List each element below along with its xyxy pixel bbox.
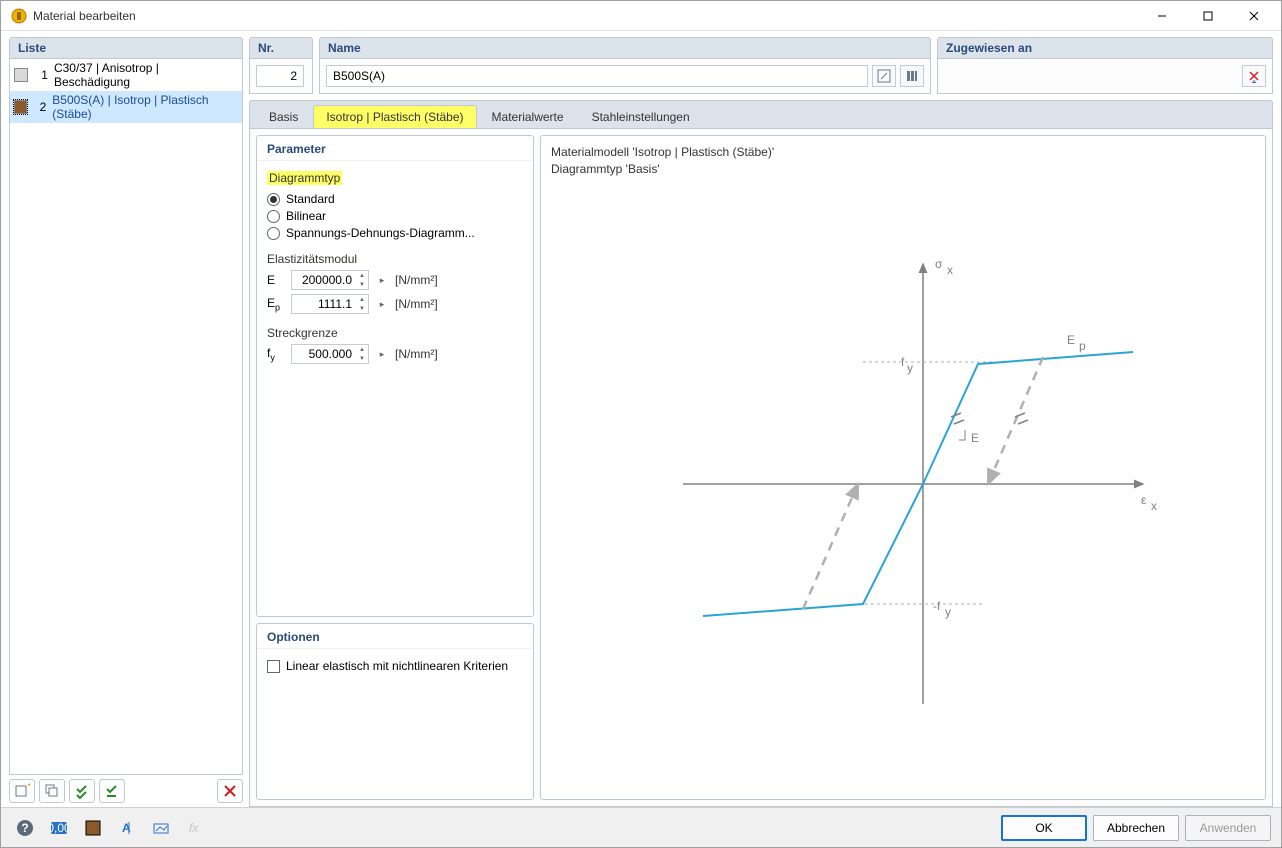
svg-text:x: x bbox=[1151, 499, 1157, 513]
emodul-section-label: Elastizitätsmodul bbox=[267, 252, 523, 266]
svg-text:y: y bbox=[907, 361, 913, 375]
window-title: Material bearbeiten bbox=[33, 9, 1139, 23]
unit-label: [N/mm²] bbox=[395, 297, 438, 311]
window-minimize-button[interactable] bbox=[1139, 1, 1185, 31]
list-item[interactable]: 1 C30/37 | Anisotrop | Beschädigung bbox=[10, 59, 242, 91]
diagram-line2: Diagrammtyp 'Basis' bbox=[551, 161, 1255, 178]
parameter-group-title: Parameter bbox=[257, 136, 533, 161]
svg-text:E: E bbox=[971, 431, 979, 445]
svg-text:E: E bbox=[1067, 333, 1075, 347]
svg-text:y: y bbox=[945, 605, 951, 619]
nr-field-label: Nr. bbox=[249, 37, 313, 59]
radio-dot-icon bbox=[267, 193, 280, 206]
dropdown-arrow-icon[interactable]: ▸ bbox=[375, 345, 389, 363]
radio-label: Bilinear bbox=[286, 209, 326, 223]
svg-text:A: A bbox=[122, 821, 131, 835]
apply-button: Anwenden bbox=[1185, 815, 1271, 841]
linear-elastic-checkbox[interactable]: Linear elastisch mit nichtlinearen Krite… bbox=[267, 659, 523, 673]
list-item-label: C30/37 | Anisotrop | Beschädigung bbox=[54, 61, 238, 89]
radio-dot-icon bbox=[267, 210, 280, 223]
tab-stahleinstellungen[interactable]: Stahleinstellungen bbox=[579, 105, 703, 128]
material-list[interactable]: 1 C30/37 | Anisotrop | Beschädigung 2 B5… bbox=[9, 59, 243, 775]
color-button[interactable] bbox=[79, 815, 107, 841]
tab-materialwerte[interactable]: Materialwerte bbox=[479, 105, 577, 128]
spinner-buttons[interactable]: ▲▼ bbox=[356, 271, 368, 289]
script-button: fx bbox=[181, 815, 209, 841]
name-input[interactable] bbox=[326, 65, 868, 87]
radio-label: Standard bbox=[286, 192, 335, 206]
svg-text:?: ? bbox=[21, 821, 28, 835]
svg-text:✦: ✦ bbox=[26, 783, 30, 792]
radio-standard[interactable]: Standard bbox=[267, 192, 523, 206]
list-panel-header: Liste bbox=[9, 37, 243, 59]
spinner-buttons[interactable]: ▲▼ bbox=[356, 345, 368, 363]
yield-section-label: Streckgrenze bbox=[267, 326, 523, 340]
clear-assignment-button[interactable] bbox=[1242, 65, 1266, 87]
color-swatch bbox=[14, 100, 27, 114]
radio-bilinear[interactable]: Bilinear bbox=[267, 209, 523, 223]
radio-label: Spannungs-Dehnungs-Diagramm... bbox=[286, 226, 475, 240]
number-input[interactable] bbox=[256, 65, 304, 87]
svg-text:-f: -f bbox=[933, 599, 941, 613]
tabs-bar: Basis Isotrop | Plastisch (Stäbe) Materi… bbox=[249, 100, 1273, 128]
svg-text:f: f bbox=[901, 355, 905, 369]
svg-text:0,00: 0,00 bbox=[50, 821, 68, 835]
window-close-button[interactable] bbox=[1231, 1, 1277, 31]
checkbox-label: Linear elastisch mit nichtlinearen Krite… bbox=[286, 659, 508, 673]
radio-stress-strain-diagram[interactable]: Spannungs-Dehnungs-Diagramm... bbox=[267, 226, 523, 240]
svg-text:fx: fx bbox=[189, 821, 199, 835]
diagram-line1: Materialmodell 'Isotrop | Plastisch (Stä… bbox=[551, 144, 1255, 161]
cancel-button[interactable]: Abbrechen bbox=[1093, 815, 1179, 841]
view-button[interactable] bbox=[147, 815, 175, 841]
list-item-number: 2 bbox=[33, 100, 46, 114]
tab-isotrop-plastisch[interactable]: Isotrop | Plastisch (Stäbe) bbox=[313, 105, 476, 128]
edit-name-button[interactable] bbox=[872, 65, 896, 87]
check-off-button[interactable] bbox=[99, 779, 125, 803]
optionen-group-title: Optionen bbox=[257, 624, 533, 649]
assigned-field-label: Zugewiesen an bbox=[937, 37, 1273, 59]
dropdown-arrow-icon[interactable]: ▸ bbox=[375, 271, 389, 289]
svg-text:ε: ε bbox=[1141, 493, 1147, 507]
new-item-button[interactable]: ✦ bbox=[9, 779, 35, 803]
tab-basis[interactable]: Basis bbox=[256, 105, 311, 128]
svg-text:p: p bbox=[1079, 339, 1086, 353]
svg-text:σ: σ bbox=[935, 257, 943, 271]
copy-item-button[interactable] bbox=[39, 779, 65, 803]
unit-label: [N/mm²] bbox=[395, 273, 438, 287]
units-button[interactable]: 0,00 bbox=[45, 815, 73, 841]
ok-button[interactable]: OK bbox=[1001, 815, 1087, 841]
unit-label: [N/mm²] bbox=[395, 347, 438, 361]
param-symbol-fy: fy bbox=[267, 346, 285, 362]
app-icon bbox=[11, 8, 27, 24]
param-symbol-Ep: Ep bbox=[267, 296, 285, 312]
name-field-label: Name bbox=[319, 37, 931, 59]
spinner-buttons[interactable]: ▲▼ bbox=[356, 295, 368, 313]
help-button[interactable]: ? bbox=[11, 815, 39, 841]
rename-button[interactable]: A bbox=[113, 815, 141, 841]
param-symbol-E: E bbox=[267, 273, 285, 287]
svg-text:x: x bbox=[947, 263, 953, 277]
stress-strain-diagram: σx εx bbox=[643, 244, 1163, 724]
delete-item-button[interactable] bbox=[217, 779, 243, 803]
list-item-number: 1 bbox=[34, 68, 48, 82]
list-item[interactable]: 2 B500S(A) | Isotrop | Plastisch (Stäbe) bbox=[10, 91, 242, 123]
window-maximize-button[interactable] bbox=[1185, 1, 1231, 31]
library-button[interactable] bbox=[900, 65, 924, 87]
color-swatch bbox=[14, 68, 28, 82]
diagrammtyp-label: Diagrammtyp bbox=[267, 171, 342, 185]
list-item-label: B500S(A) | Isotrop | Plastisch (Stäbe) bbox=[52, 93, 238, 121]
dropdown-arrow-icon[interactable]: ▸ bbox=[375, 295, 389, 313]
checkbox-icon bbox=[267, 660, 280, 673]
check-on-button[interactable] bbox=[69, 779, 95, 803]
radio-dot-icon bbox=[267, 227, 280, 240]
